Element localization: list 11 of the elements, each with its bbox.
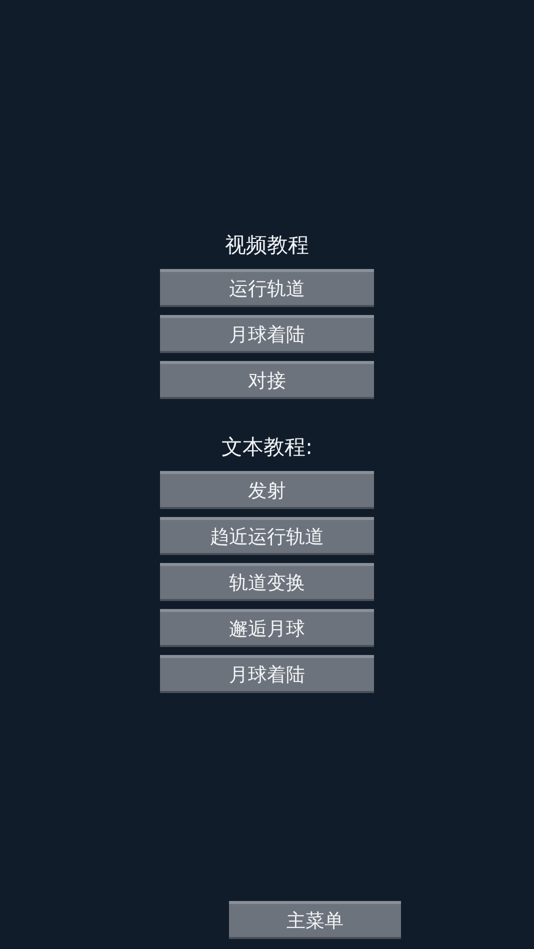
tutorial-button[interactable]: 轨道变换 [160,563,374,601]
tutorial-button[interactable]: 邂逅月球 [160,609,374,647]
section-title: 视频教程 [225,232,309,259]
main-menu-button[interactable]: 主菜单 [229,901,401,939]
tutorial-button[interactable]: 对接 [160,361,374,399]
tutorial-button[interactable]: 月球着陆 [160,655,374,693]
tutorial-button[interactable]: 发射 [160,471,374,509]
tutorial-button[interactable]: 趋近运行轨道 [160,517,374,555]
tutorial-button[interactable]: 运行轨道 [160,269,374,307]
section-title: 文本教程: [221,434,313,461]
tutorial-button[interactable]: 月球着陆 [160,315,374,353]
